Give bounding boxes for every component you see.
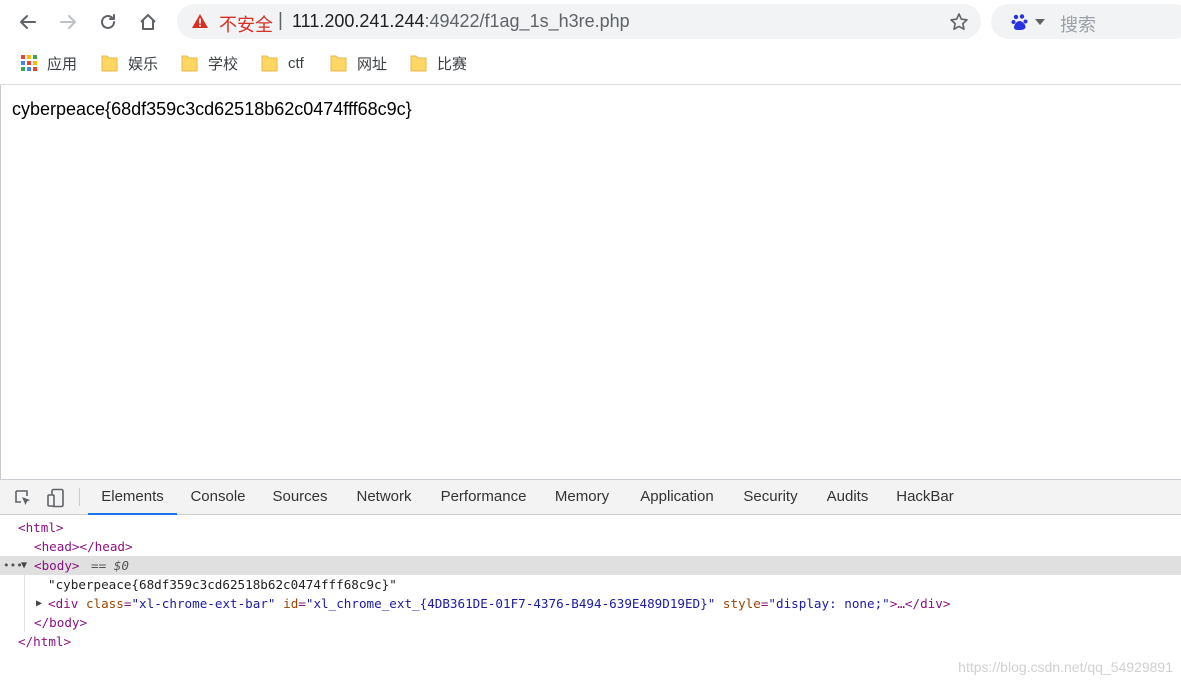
div-attr-id-value: "xl_chrome_ext_{4DB361DE-01F7-4376-B494-… bbox=[305, 596, 716, 611]
home-icon bbox=[140, 14, 156, 30]
tab-hackbar[interactable]: HackBar bbox=[886, 480, 964, 514]
div-attr-id-name: id bbox=[283, 596, 299, 611]
div-attr-style-name: style bbox=[722, 596, 761, 611]
forward-button[interactable] bbox=[55, 9, 81, 35]
reload-icon bbox=[101, 14, 115, 29]
apps-grid-icon bbox=[21, 55, 37, 71]
tree-guide-line bbox=[24, 575, 25, 632]
body-text-node: "cyberpeace{68df359c3cd62518b62c0474fff6… bbox=[48, 577, 397, 592]
page-content: cyberpeace{68df359c3cd62518b62c0474fff68… bbox=[0, 85, 1181, 479]
tab-application[interactable]: Application bbox=[628, 480, 726, 514]
dom-text-node[interactable]: "cyberpeace{68df359c3cd62518b62c0474fff6… bbox=[0, 575, 1181, 594]
div-attr-style-value: "display: none;" bbox=[768, 596, 890, 611]
tab-sources[interactable]: Sources bbox=[262, 480, 338, 514]
div-node-line: <div class="xl-chrome-ext-bar" id="xl_ch… bbox=[48, 596, 951, 611]
url-text[interactable]: 111.200.241.244:49422/f1ag_1s_h3re.php bbox=[292, 11, 630, 32]
html-close-tag: </html> bbox=[18, 634, 72, 649]
flag-text: cyberpeace{68df359c3cd62518b62c0474fff68… bbox=[12, 99, 412, 119]
device-toolbar-icon[interactable] bbox=[46, 488, 66, 508]
selected-node-marker: == $0 bbox=[91, 558, 129, 573]
dom-html-close[interactable]: </html> bbox=[0, 632, 1181, 651]
div-attr-class-value: "xl-chrome-ext-bar" bbox=[131, 596, 276, 611]
expanded-triangle-icon[interactable]: ▼ bbox=[21, 556, 27, 575]
tab-console[interactable]: Console bbox=[180, 480, 256, 514]
folder-icon bbox=[410, 54, 427, 72]
bookmark-label: 网址 bbox=[357, 55, 388, 73]
tab-elements[interactable]: Elements bbox=[88, 480, 177, 515]
address-bar[interactable]: 不安全 | 111.200.241.244:49422/f1ag_1s_h3re… bbox=[177, 4, 981, 39]
bookmark-label: ctf bbox=[288, 54, 304, 72]
tab-performance[interactable]: Performance bbox=[430, 480, 537, 514]
html-open-tag: <html> bbox=[18, 520, 64, 535]
tab-security[interactable]: Security bbox=[733, 480, 808, 514]
bookmark-label: 娱乐 bbox=[128, 55, 159, 73]
tab-network[interactable]: Network bbox=[344, 480, 424, 514]
folder-icon bbox=[261, 54, 278, 72]
devtools-panel: Elements Console Sources Network Perform… bbox=[0, 479, 1181, 685]
dom-body-close[interactable]: </body> bbox=[0, 613, 1181, 632]
back-button[interactable] bbox=[15, 9, 41, 35]
head-tag: <head></head> bbox=[34, 539, 133, 554]
body-open-tag: <body> bbox=[34, 558, 80, 573]
home-button[interactable] bbox=[135, 9, 161, 35]
folder-icon bbox=[101, 54, 118, 72]
security-separator: | bbox=[278, 10, 283, 31]
tab-audits[interactable]: Audits bbox=[815, 480, 880, 514]
dom-head[interactable]: <head></head> bbox=[0, 537, 1181, 556]
forward-arrow-icon bbox=[60, 15, 76, 29]
folder-icon bbox=[330, 54, 347, 72]
body-close-tag: </body> bbox=[34, 615, 88, 630]
bookmark-label: 学校 bbox=[208, 55, 239, 73]
bookmark-folder-sites[interactable]: 网址 bbox=[330, 52, 387, 74]
baidu-paw-icon bbox=[1011, 14, 1028, 30]
dom-html-open[interactable]: <html> bbox=[0, 518, 1181, 537]
dropdown-caret-icon[interactable] bbox=[1035, 19, 1045, 25]
div-attr-class-name: class bbox=[85, 596, 124, 611]
collapsed-triangle-icon[interactable]: ▶ bbox=[36, 594, 42, 613]
bookmark-folder-ctf[interactable]: ctf bbox=[261, 52, 304, 74]
browser-toolbar: 不安全 | 111.200.241.244:49422/f1ag_1s_h3re… bbox=[0, 0, 1181, 44]
bookmark-apps-label: 应用 bbox=[47, 55, 78, 73]
div-open-tag: <div bbox=[48, 596, 79, 611]
search-placeholder: 搜索 bbox=[1060, 15, 1096, 35]
warning-icon bbox=[192, 14, 208, 28]
devtools-divider bbox=[79, 488, 80, 506]
not-secure-label[interactable]: 不安全 bbox=[219, 11, 273, 37]
url-path: :49422/f1ag_1s_h3re.php bbox=[424, 11, 630, 31]
dom-body-open[interactable]: ••• ▼ <body> == $0 bbox=[0, 556, 1181, 575]
inspect-element-icon[interactable] bbox=[13, 488, 33, 508]
search-box[interactable]: 搜索 bbox=[991, 4, 1181, 39]
tab-memory[interactable]: Memory bbox=[543, 480, 621, 514]
url-host: 111.200.241.244 bbox=[292, 11, 425, 31]
folder-icon bbox=[181, 54, 198, 72]
more-dots-icon[interactable]: ••• bbox=[3, 556, 23, 575]
bookmark-folder-entertainment[interactable]: 娱乐 bbox=[101, 52, 158, 74]
bookmark-label: 比赛 bbox=[437, 55, 468, 73]
reload-button[interactable] bbox=[95, 9, 121, 35]
watermark: https://blog.csdn.net/qq_54929891 bbox=[958, 659, 1173, 675]
devtools-tab-bar: Elements Console Sources Network Perform… bbox=[0, 480, 1181, 515]
bookmark-star-icon[interactable] bbox=[949, 12, 969, 32]
bookmarks-bar: 应用 娱乐 学校 ctf 网址 比赛 bbox=[0, 44, 1181, 85]
bookmark-folder-contest[interactable]: 比赛 bbox=[410, 52, 467, 74]
bookmark-folder-school[interactable]: 学校 bbox=[181, 52, 238, 74]
back-arrow-icon bbox=[20, 15, 36, 29]
bookmark-apps[interactable]: 应用 bbox=[21, 52, 77, 74]
dom-div-node[interactable]: ▶ <div class="xl-chrome-ext-bar" id="xl_… bbox=[0, 594, 1181, 613]
div-close-tag: >…</div> bbox=[889, 596, 951, 611]
